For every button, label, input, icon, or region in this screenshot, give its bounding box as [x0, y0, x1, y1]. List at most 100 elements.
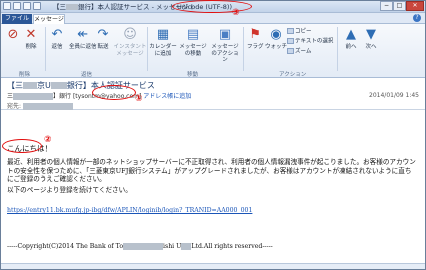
message-header: 【三 京U 銀行】本人認証サービス 三】銀行 [tysontm@yahoo.com]… [1, 78, 425, 110]
move-group-label: 移動 [187, 72, 199, 78]
reply-all-label: 全員に返信 [69, 44, 97, 50]
delete-button[interactable]: ✕ 削除 [23, 27, 39, 51]
next-button[interactable]: ▼ 次へ [363, 27, 379, 51]
subject-part: 【三 [7, 81, 23, 90]
tab-file[interactable]: ファイル [2, 14, 32, 24]
delete-icon: ✕ [25, 27, 37, 42]
help-icon[interactable]: ? [413, 14, 421, 22]
recipient-line: 宛先: [7, 101, 73, 110]
reply-all-button[interactable]: ↞ 全員に返信 [69, 27, 97, 51]
to-label: 宛先: [7, 103, 22, 110]
annotation-number-2: ② [44, 135, 52, 145]
body-paragraph-2: 以下のページより登録を続けてください。 [7, 186, 132, 194]
select-text-button[interactable]: テキストの選択 [287, 38, 333, 46]
forward-icon: ↷ [97, 27, 109, 42]
save-icon[interactable] [3, 2, 11, 10]
window-controls: − □ ✕ [380, 1, 424, 11]
select-text-label: テキストの選択 [295, 38, 334, 45]
forward-label: 転送 [97, 44, 109, 50]
quick-access-toolbar [3, 2, 41, 10]
add-to-calendar-button[interactable]: ▦ カレンダーに追加 [149, 27, 177, 57]
redaction [66, 4, 78, 10]
instant-message-label: インスタントメッセージ [113, 44, 147, 57]
redo-icon[interactable] [23, 2, 31, 10]
tab-message[interactable]: メッセージ [33, 14, 65, 24]
flag-label: フラグ [247, 44, 264, 50]
status-bar [1, 263, 425, 269]
ignore-button[interactable]: ⊘ [5, 27, 21, 44]
select-text-icon [287, 38, 294, 44]
previous-label: 前へ [345, 44, 357, 50]
annotation-ring-encoding [172, 0, 252, 13]
move-icon: ▤ [186, 27, 200, 42]
annotation-number-1: ① [135, 94, 143, 104]
ribbon-separator [337, 27, 338, 71]
close-button[interactable]: ✕ [406, 1, 424, 11]
reply-group-label: 返信 [81, 72, 93, 78]
redaction [50, 82, 67, 89]
forward-button[interactable]: ↷ 転送 [95, 27, 111, 51]
ribbon: ⊘ ✕ 削除 削除 ↶ 返信 ↞ 全員に返信 ↷ 転送 ☺ インスタントメッセー… [1, 24, 425, 78]
reply-all-icon: ↞ [77, 27, 89, 42]
message-body: こんにちは！ 最近、利用者の個人情報が一部のネットショップサーバーに不正取得され… [1, 111, 425, 263]
minimize-button[interactable]: − [380, 1, 393, 11]
copyright-part: -----Copyright(C)2014 The Bank of To [7, 243, 124, 250]
phishing-link[interactable]: https://entry11.bk.mufg.jp-ibg/dfw/APLIN… [7, 207, 252, 216]
redaction [23, 82, 37, 89]
flag-icon: ⚑ [249, 27, 262, 42]
outlook-message-window: 【三 銀行】本人認証サービス - メッセージ ( Unicode (UTF-8))… [0, 0, 426, 270]
copyright-line: -----Copyright(C)2014 The Bank of To ishi… [7, 243, 273, 252]
reply-label: 返信 [51, 44, 63, 50]
move-message-button[interactable]: ▤ メッセージの移動 [179, 27, 207, 57]
undo-icon[interactable] [13, 2, 21, 10]
ignore-icon: ⊘ [7, 27, 19, 42]
body-paragraph-1: 最近、利用者の個人情報が一部のネットショップサーバーに不正取得され、利用者の個人… [7, 158, 416, 184]
watch-label: ウォッチ [265, 44, 288, 50]
annotation-ring-sender [92, 85, 136, 100]
annotation-ring-greeting [2, 139, 42, 153]
flag-button[interactable]: ⚑ フラグ [247, 27, 264, 51]
zoom-label: ズーム [295, 48, 312, 55]
reply-icon: ↶ [51, 27, 63, 42]
subject-part: 京U [37, 81, 51, 90]
delete-label: 削除 [25, 44, 37, 50]
move-label: メッセージの移動 [179, 44, 207, 57]
instant-message-button[interactable]: ☺ インスタントメッセージ [113, 27, 147, 57]
copy-icon [287, 28, 294, 34]
arrow-up-icon: ▲ [346, 27, 356, 42]
maximize-button[interactable]: □ [393, 1, 406, 11]
copyright-part: Ltd.All rights reserved----- [191, 243, 273, 250]
customize-icon[interactable] [33, 2, 41, 10]
arrow-down-icon: ▼ [366, 27, 376, 42]
redaction [181, 243, 192, 250]
copyright-part: ishi U [163, 243, 182, 250]
copy-label: コピー [295, 28, 312, 35]
calendar-label: カレンダーに追加 [149, 44, 177, 57]
message-date: 2014/01/09 1:45 [369, 92, 419, 99]
watch-button[interactable]: ◉ ウォッチ [265, 27, 287, 51]
actions-label: メッセージのアクション [211, 44, 239, 63]
delete-group-label: 削除 [19, 72, 31, 78]
zoom-icon [287, 48, 294, 54]
watch-icon: ◉ [270, 27, 282, 42]
next-label: 次へ [365, 44, 377, 50]
message-actions-button[interactable]: ▣ メッセージのアクション [209, 27, 241, 64]
redaction [123, 243, 164, 250]
instant-message-icon: ☺ [123, 27, 137, 42]
title-part: 【三 [53, 3, 66, 11]
redaction [13, 93, 54, 100]
ribbon-separator [45, 27, 46, 71]
ribbon-separator [147, 27, 148, 71]
previous-button[interactable]: ▲ 前へ [343, 27, 359, 51]
ribbon-tabs: ファイル メッセージ ? [1, 13, 425, 24]
add-contact-link[interactable]: アドレス帳に追加 [143, 93, 191, 100]
annotation-number-3: ③ [232, 8, 240, 18]
zoom-button[interactable]: ズーム [287, 48, 311, 56]
sender-part: 】銀行 [53, 93, 72, 100]
actions-icon: ▣ [218, 27, 232, 42]
redaction [22, 103, 73, 110]
ribbon-separator [243, 27, 244, 71]
copy-button[interactable]: コピー [287, 28, 312, 36]
reply-button[interactable]: ↶ 返信 [49, 27, 65, 51]
actions-group-label: アクション [279, 72, 307, 78]
